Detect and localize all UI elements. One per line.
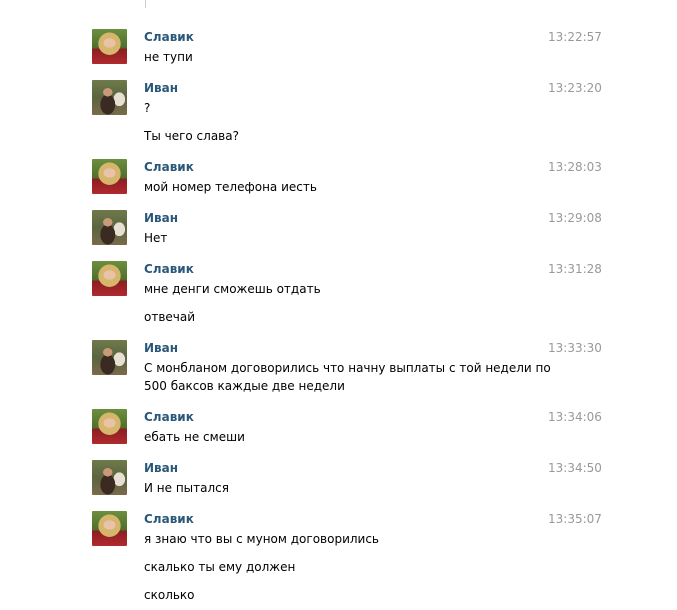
message-text: Ты чего слава? (144, 129, 239, 143)
message-text: не тупи (144, 50, 193, 64)
message-text: сколько (144, 588, 195, 602)
timeline-divider (145, 0, 146, 8)
author-name[interactable]: Иван (144, 211, 178, 226)
avatar-ivan[interactable] (92, 460, 127, 495)
author-name[interactable]: Иван (144, 81, 178, 96)
message-text: Нет (144, 231, 168, 245)
message-time[interactable]: 13:33:30 (548, 341, 602, 356)
message-text: И не пытался (144, 481, 229, 495)
avatar-ivan[interactable] (92, 340, 127, 375)
message-text: С монбланом договорились что начну выпла… (144, 361, 551, 375)
message-text: ебать не смеши (144, 430, 245, 444)
message-time[interactable]: 13:22:57 (548, 30, 602, 45)
message-time[interactable]: 13:28:03 (548, 160, 602, 175)
message-text: я знаю что вы с муном договорились (144, 532, 380, 546)
message-text: мне денги сможешь отдать (144, 282, 321, 296)
author-name[interactable]: Славик (144, 512, 194, 527)
author-name[interactable]: Славик (144, 30, 194, 45)
message-text: отвечай (144, 310, 196, 324)
avatar-slavik[interactable] (92, 29, 127, 64)
avatar-slavik[interactable] (92, 409, 127, 444)
message-time[interactable]: 13:31:28 (548, 262, 602, 277)
message-text: ? (144, 101, 151, 115)
avatar-slavik[interactable] (92, 159, 127, 194)
message-text: мой номер телефона иесть (144, 180, 317, 194)
author-name[interactable]: Иван (144, 461, 178, 476)
message-time[interactable]: 13:29:08 (548, 211, 602, 226)
avatar-ivan[interactable] (92, 210, 127, 245)
message-time[interactable]: 13:34:50 (548, 461, 602, 476)
message-time[interactable]: 13:34:06 (548, 410, 602, 425)
author-name[interactable]: Иван (144, 341, 178, 356)
message-text: 500 баксов каждые две недели (144, 379, 345, 393)
author-name[interactable]: Славик (144, 160, 194, 175)
avatar-slavik[interactable] (92, 261, 127, 296)
author-name[interactable]: Славик (144, 262, 194, 277)
avatar-ivan[interactable] (92, 80, 127, 115)
message-time[interactable]: 13:23:20 (548, 81, 602, 96)
message-time[interactable]: 13:35:07 (548, 512, 602, 527)
message-text: скалько ты ему должен (144, 560, 296, 574)
avatar-slavik[interactable] (92, 511, 127, 546)
author-name[interactable]: Славик (144, 410, 194, 425)
